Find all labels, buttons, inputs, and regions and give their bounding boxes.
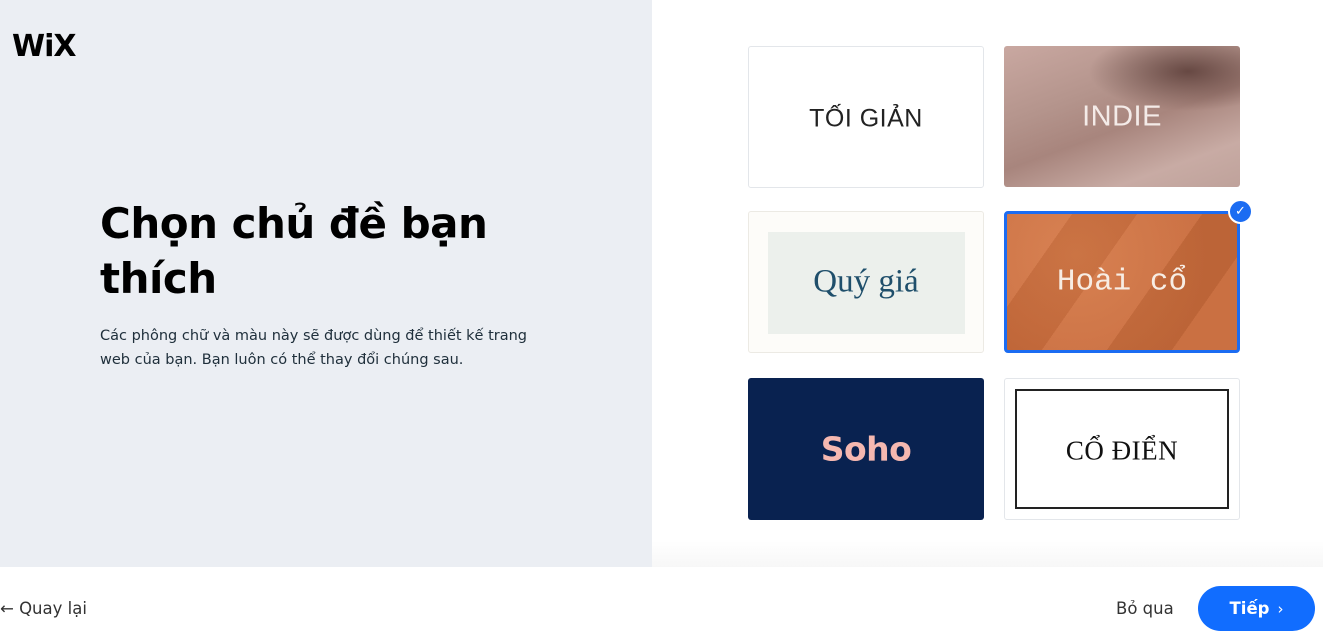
theme-label: INDIE xyxy=(1082,100,1162,132)
skip-button[interactable]: Bỏ qua xyxy=(1116,598,1174,620)
chevron-right-icon: › xyxy=(1277,599,1284,618)
next-button-label: Tiếp xyxy=(1229,599,1270,618)
theme-card-indie[interactable]: INDIE xyxy=(1004,46,1240,187)
theme-card-co-dien[interactable]: CỔ ĐIỂN xyxy=(1004,378,1240,520)
back-button[interactable]: ← Quay lại xyxy=(0,598,87,620)
page-description: Các phông chữ và màu này sẽ được dùng để… xyxy=(100,328,528,368)
theme-card-toi-gian[interactable]: TỐI GIẢN xyxy=(748,46,984,188)
wix-logo: WiX xyxy=(12,29,77,64)
theme-label: Hoài cổ xyxy=(1056,264,1188,300)
selected-check-icon: ✓ xyxy=(1228,199,1253,224)
page-title: Chọn chủ đề bạn thích xyxy=(100,199,488,303)
theme-label: TỐI GIẢN xyxy=(809,104,923,133)
theme-card-hoai-co[interactable]: Hoài cổ xyxy=(1004,211,1240,353)
theme-label: Quý giá xyxy=(813,263,919,300)
theme-card-soho[interactable]: Soho xyxy=(748,378,984,520)
theme-card-quy-gia[interactable]: Quý giá xyxy=(748,211,984,353)
theme-label: Soho xyxy=(820,429,912,469)
theme-label: CỔ ĐIỂN xyxy=(1065,435,1179,466)
next-button[interactable]: Tiếp › xyxy=(1198,586,1315,631)
